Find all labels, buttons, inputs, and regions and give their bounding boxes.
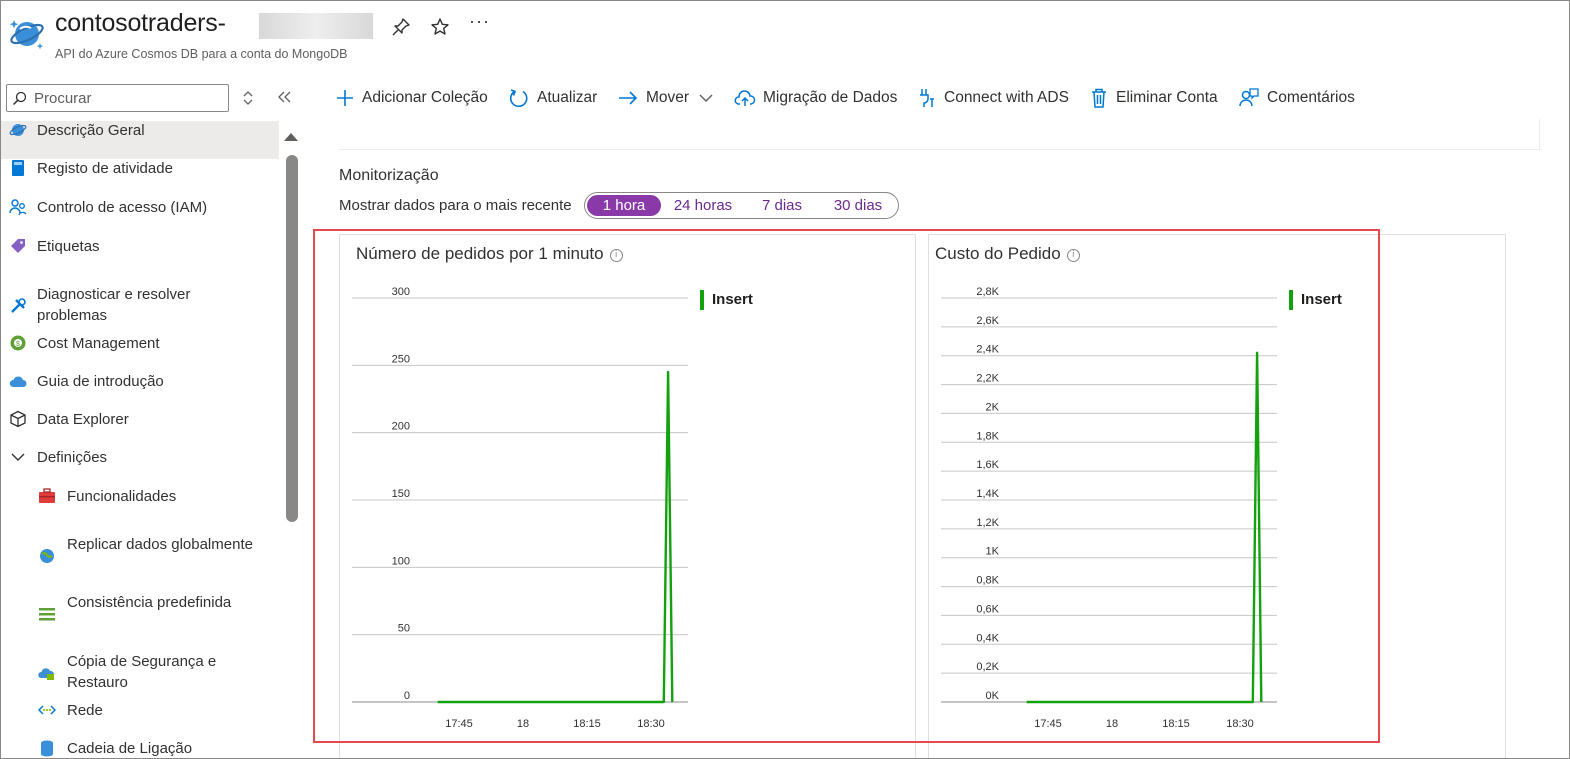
sidebar-item-label: Data Explorer <box>37 410 129 428</box>
sidebar-item-label: Cópia de Segurança e Restauro <box>67 653 217 691</box>
toolbox-icon <box>39 488 55 503</box>
highlight-annotation-box <box>313 229 1380 743</box>
move-label: Mover <box>646 89 690 106</box>
sidebar-item-label: Descrição Geral <box>37 121 145 139</box>
refresh-button[interactable]: Atualizar <box>508 83 597 113</box>
page-subtitle: API do Azure Cosmos DB para a conta do M… <box>55 47 348 61</box>
arrow-right-icon <box>619 91 638 105</box>
trash-icon <box>1092 88 1106 108</box>
cost-icon: $ <box>10 335 26 351</box>
cube-icon <box>10 410 26 428</box>
network-icon <box>38 705 56 715</box>
wrench-icon <box>11 298 26 313</box>
cloud-icon <box>9 376 27 387</box>
more-options-button[interactable]: ··· <box>469 11 490 32</box>
delete-account-label: Eliminar Conta <box>1116 89 1218 106</box>
tag-icon <box>11 239 25 253</box>
time-option-1h[interactable]: 1 hora <box>587 195 661 216</box>
scroll-up-arrow-icon[interactable] <box>284 133 298 141</box>
monitoring-heading: Monitorização <box>339 167 439 184</box>
time-option-24h[interactable]: 24 horas <box>663 195 743 216</box>
feedback-label: Comentários <box>1267 89 1355 106</box>
sidebar-item-label: Diagnosticar e resolver problemas <box>37 286 191 324</box>
page-title: contosotraders- <box>55 9 226 37</box>
sidebar-item-diagnose[interactable]: Diagnosticar e resolver problemas <box>1 284 279 328</box>
sidebar-search-input[interactable]: Procurar <box>6 84 229 112</box>
scrollbar-thumb[interactable] <box>286 155 298 522</box>
feedback-button[interactable]: Comentários <box>1238 83 1355 113</box>
sidebar-item-label: Funcionalidades <box>67 487 177 505</box>
database-icon <box>41 740 53 757</box>
sidebar-item-replicate[interactable]: Replicar dados globalmente <box>1 534 279 578</box>
chevron-down-icon <box>11 453 25 461</box>
search-icon <box>12 91 27 106</box>
lines-icon <box>39 608 55 621</box>
data-migration-label: Migração de Dados <box>763 89 898 106</box>
time-range-toggle: 1 hora 24 horas 7 dias 30 dias <box>584 192 899 219</box>
sidebar-item-label: Controlo de acesso (IAM) <box>37 198 208 216</box>
add-collection-label: Adicionar Coleção <box>362 89 488 106</box>
log-icon <box>12 160 24 176</box>
sidebar-item-label: Consistência predefinida <box>67 594 232 611</box>
pin-icon[interactable] <box>391 17 411 37</box>
time-option-30d[interactable]: 30 dias <box>821 195 895 216</box>
globe-icon <box>40 549 54 563</box>
time-range-label: Mostrar dados para o mais recente <box>339 197 572 214</box>
add-collection-button[interactable]: Adicionar Coleção <box>335 83 488 113</box>
data-migration-button[interactable]: Migração de Dados <box>734 83 897 113</box>
sidebar-item-backup[interactable]: Cópia de Segurança e Restauro <box>1 651 279 695</box>
collapse-sidebar-icon[interactable] <box>276 87 292 107</box>
move-button[interactable]: Mover <box>617 83 714 113</box>
command-bar: Adicionar Coleção Atualizar Mover Migraç… <box>331 83 1561 113</box>
refresh-label: Atualizar <box>537 89 598 106</box>
sidebar-nav: Descrição Geral Registo de atividade Con… <box>1 121 281 758</box>
azure-portal-window: contosotraders- ··· API do Azure Cosmos … <box>0 0 1570 759</box>
empty-chart-tile <box>1390 234 1506 758</box>
sidebar-item-label: Etiquetas <box>37 237 100 255</box>
cloud-upload-icon <box>734 90 756 106</box>
people-icon <box>9 199 27 216</box>
sort-toggle-icon[interactable] <box>241 89 255 107</box>
time-option-7d[interactable]: 7 dias <box>748 195 816 216</box>
content-divider <box>1539 119 1540 149</box>
sidebar-item-label: Definições <box>37 448 108 466</box>
resource-header: contosotraders- ··· API do Azure Cosmos … <box>1 1 1569 73</box>
refresh-icon <box>509 89 528 108</box>
sidebar-item-label: Rede <box>67 701 103 719</box>
connect-with-ads-button[interactable]: Connect with ADS <box>917 83 1069 113</box>
sidebar-item-label: Guia de introdução <box>37 372 164 390</box>
sidebar-item-label: Replicar dados globalmente <box>67 536 253 553</box>
connect-with-ads-label: Connect with ADS <box>944 89 1069 106</box>
svg-text:$: $ <box>16 341 20 348</box>
delete-account-button[interactable]: Eliminar Conta <box>1089 83 1218 113</box>
search-placeholder: Procurar <box>34 90 92 107</box>
sidebar-item-label: Cadeia de Ligação <box>67 739 193 757</box>
favorite-star-icon[interactable] <box>430 17 450 37</box>
sidebar-item-label: Registo de atividade <box>37 159 173 177</box>
cosmos-db-icon <box>9 20 44 50</box>
sidebar-item-consistency[interactable]: Consistência predefinida <box>1 592 279 636</box>
redacted-name-block <box>259 13 373 39</box>
backup-icon <box>38 668 55 680</box>
cosmos-icon <box>9 124 27 136</box>
chevron-down-icon <box>699 94 713 102</box>
content-divider <box>339 149 1541 150</box>
sidebar-item-label: Cost Management <box>37 334 160 352</box>
feedback-icon <box>1239 88 1259 107</box>
connect-icon <box>920 89 934 107</box>
plus-icon <box>337 90 353 106</box>
